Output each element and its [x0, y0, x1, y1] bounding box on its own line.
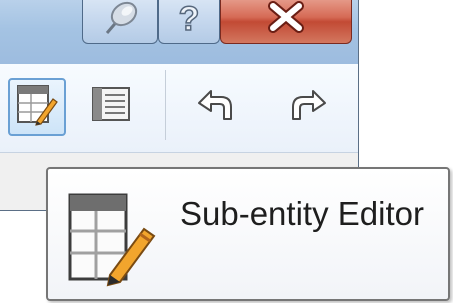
close-button[interactable]	[220, 0, 352, 44]
help-icon: ?	[178, 0, 200, 39]
undo-arrow-icon	[193, 83, 237, 132]
help-button[interactable]: ?	[158, 0, 220, 44]
toolbar-separator	[165, 70, 166, 140]
form-view-icon	[89, 83, 133, 132]
close-icon	[263, 0, 309, 39]
sub-entity-editor-button[interactable]	[8, 78, 66, 136]
tooltip: Sub-entity Editor	[46, 167, 450, 301]
pin-button[interactable]	[82, 0, 158, 44]
toolbar	[0, 64, 358, 153]
redo-button[interactable]	[280, 78, 338, 136]
undo-button[interactable]	[186, 78, 244, 136]
sub-entity-editor-icon	[15, 83, 59, 132]
form-view-button[interactable]	[82, 78, 140, 136]
redo-arrow-icon	[287, 83, 331, 132]
title-bar: ?	[0, 0, 358, 65]
sub-entity-editor-icon	[64, 191, 160, 287]
tooltip-title: Sub-entity Editor	[180, 195, 424, 232]
pin-icon	[97, 0, 143, 42]
